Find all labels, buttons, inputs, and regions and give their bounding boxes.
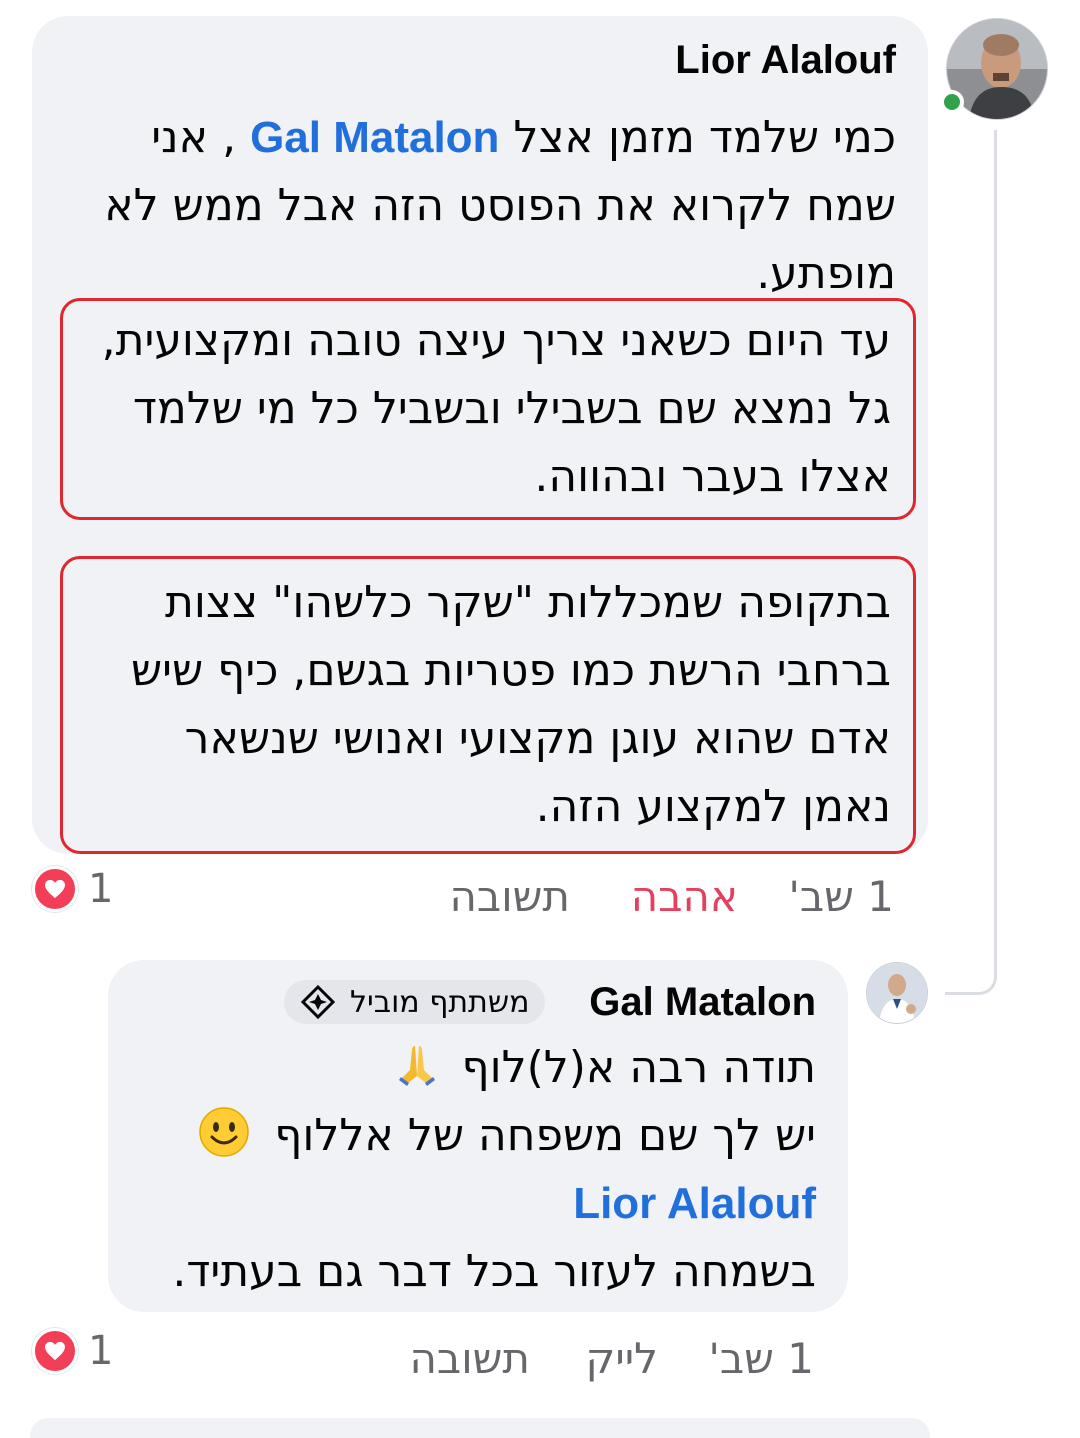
box2-line-4: נאמן למקצוע הזה. <box>535 781 891 832</box>
reply-reactions[interactable]: 1 <box>32 1328 113 1374</box>
box1-line-2: גל נמצא שם בשבילי ובשביל כל מי שלמד <box>132 383 891 434</box>
heart-reaction-icon <box>32 1328 78 1374</box>
box2-line-2: ברחבי הרשת כמו פטריות בגשם, כיף שיש <box>131 645 891 696</box>
like-button[interactable]: לייק <box>586 1334 658 1383</box>
mention-gal-matalon[interactable]: Gal Matalon <box>250 113 499 162</box>
love-button[interactable]: אהבה <box>631 872 738 921</box>
comment-line1-text: כמי שלמד מזמן אצל <box>513 112 896 163</box>
reply-line-3: Lior Alalouf <box>573 1170 816 1238</box>
reply-line-2: יש לך שם משפחה של אללוף <box>198 1102 816 1170</box>
box1-line-3: אצלו בעבר ובהווה. <box>534 451 891 502</box>
top-contributor-label: משתתף מוביל <box>350 984 530 1020</box>
reply-bubble: Gal Matalon משתתף מוביל תודה רבה א(ל)לוף… <box>108 960 848 1312</box>
box2-line-1: בתקופה שמכללות "שקר כלשהו" צצות <box>165 577 891 628</box>
online-status-dot <box>940 90 964 114</box>
comment-reaction-count: 1 <box>88 866 114 912</box>
highlight-box-2: בתקופה שמכללות "שקר כלשהו" צצות ברחבי הר… <box>60 556 916 854</box>
mention-lior-alalouf[interactable]: Lior Alalouf <box>573 1179 816 1228</box>
reply-reaction-count: 1 <box>88 1328 114 1374</box>
top-contributor-badge[interactable]: משתתף מוביל <box>284 980 546 1024</box>
reply-line1-text: תודה רבה א(ל)לוף <box>461 1042 816 1093</box>
highlight-box-1: עד היום כשאני צריך עיצה טובה ומקצועית, ג… <box>60 298 916 520</box>
comment-author[interactable]: Lior Alalouf <box>675 38 896 83</box>
next-comment-edge <box>30 1418 930 1438</box>
comment-line-2: שמח לקרוא את הפוסט הזה אבל ממש לא <box>104 180 896 231</box>
reply-line2-text: יש לך שם משפחה של אללוף <box>274 1110 816 1161</box>
comment-line1-tail: , אני <box>151 112 237 163</box>
reply-thread-line <box>945 130 997 995</box>
smiling-face-emoji <box>199 1107 250 1157</box>
reply-timestamp[interactable]: 1 שב' <box>708 1334 814 1383</box>
gal-avatar[interactable] <box>866 962 928 1024</box>
reply-line-1: תודה רבה א(ל)לוף <box>393 1034 816 1102</box>
comment-reactions[interactable]: 1 <box>32 866 113 912</box>
box1-line-1: עד היום כשאני צריך עיצה טובה ומקצועית, <box>101 315 891 366</box>
comment-bubble: Lior Alalouf כמי שלמד מזמן אצל Gal Matal… <box>32 16 928 854</box>
reply-line-4: בשמחה לעזור בכל דבר גם בעתיד. <box>172 1246 816 1297</box>
heart-reaction-icon <box>32 866 78 912</box>
reply-reply-button[interactable]: תשובה <box>409 1334 530 1383</box>
top-contributor-icon <box>300 984 336 1020</box>
comment-timestamp[interactable]: 1 שב' <box>788 872 894 921</box>
box2-line-3: אדם שהוא עוגן מקצועי ואנושי שנשאר <box>184 713 891 764</box>
folded-hands-emoji <box>399 1046 436 1086</box>
gal-avatar-image <box>867 963 927 1023</box>
reply-author[interactable]: Gal Matalon <box>589 980 816 1025</box>
comment-reply-button[interactable]: תשובה <box>449 872 570 921</box>
comment-line-1: כמי שלמד מזמן אצל Gal Matalon , אני <box>151 104 896 172</box>
